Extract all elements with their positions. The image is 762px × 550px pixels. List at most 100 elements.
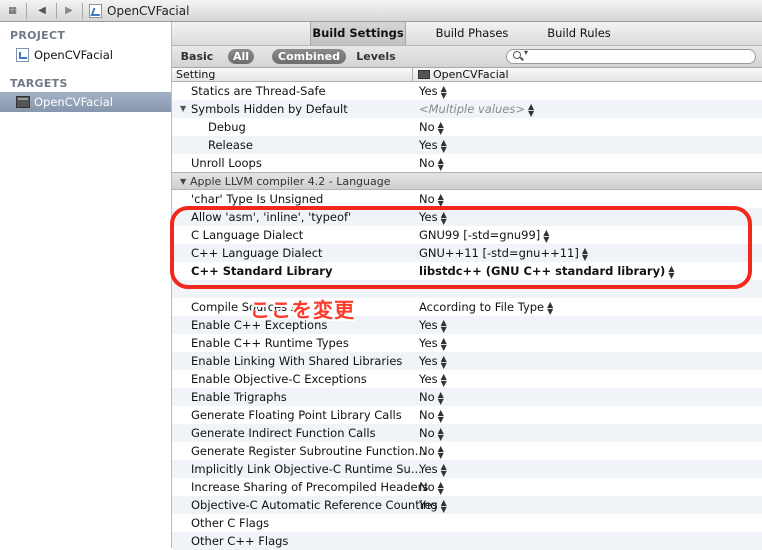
search-options-chevron-icon[interactable]: ▾ [524, 48, 528, 57]
table-row[interactable]: Debug No ▲ ▼ [172, 118, 762, 136]
application-target-icon [16, 96, 30, 108]
table-row[interactable]: Enable C++ Runtime Types Yes ▲ ▼ [172, 334, 762, 352]
stepper-icon[interactable]: ▲ ▼ [441, 462, 447, 477]
project-icon [16, 48, 29, 62]
setting-name: Unroll Loops [191, 156, 262, 170]
table-row[interactable]: Generate Floating Point Library Calls No… [172, 406, 762, 424]
stepper-icon[interactable]: ▲ ▼ [438, 426, 444, 441]
related-items-grid-icon[interactable]: ▦ [4, 3, 20, 19]
table-row[interactable]: Unroll Loops No ▲ ▼ [172, 154, 762, 172]
setting-column-header[interactable]: Setting [176, 68, 215, 81]
stepper-icon[interactable]: ▲ ▼ [438, 408, 444, 423]
table-row[interactable]: Enable Linking With Shared Libraries Yes… [172, 352, 762, 370]
setting-value[interactable]: No ▲ ▼ [419, 118, 444, 136]
setting-value[interactable]: According to File Type ▲ ▼ [419, 298, 553, 316]
tab-build-rules[interactable]: Build Rules [534, 22, 624, 45]
setting-value[interactable]: Yes ▲ ▼ [419, 496, 447, 514]
table-row[interactable]: Other C++ Flags [172, 532, 762, 550]
setting-value[interactable]: No ▲ ▼ [419, 388, 444, 406]
setting-name: Implicitly Link Objective-C Runtime Su..… [191, 462, 422, 476]
table-row[interactable]: Enable Objective-C Exceptions Yes ▲ ▼ [172, 370, 762, 388]
setting-name: Statics are Thread-Safe [191, 84, 326, 98]
setting-name: Enable Linking With Shared Libraries [191, 354, 403, 368]
stepper-icon[interactable]: ▲ ▼ [438, 156, 444, 171]
search-input[interactable]: ▾ [506, 48, 756, 64]
setting-value[interactable]: <Multiple values> ▲ ▼ [419, 100, 534, 118]
setting-name: Other C++ Flags [191, 534, 289, 548]
disclosure-triangle-icon[interactable]: ▼ [180, 173, 186, 191]
levels-view-button[interactable]: Levels [356, 49, 396, 64]
stepper-icon[interactable]: ▲ ▼ [547, 300, 553, 315]
stepper-icon[interactable]: ▲ ▼ [441, 498, 447, 513]
table-row[interactable]: Implicitly Link Objective-C Runtime Su..… [172, 460, 762, 478]
table-row[interactable]: Release Yes ▲ ▼ [172, 136, 762, 154]
table-row[interactable]: Enable Trigraphs No ▲ ▼ [172, 388, 762, 406]
setting-name: Enable Trigraphs [191, 390, 287, 404]
table-row[interactable]: Generate Register Subroutine Function...… [172, 442, 762, 460]
stepper-icon[interactable]: ▲ ▼ [441, 84, 447, 99]
setting-value[interactable]: Yes ▲ ▼ [419, 370, 447, 388]
setting-name: Enable C++ Runtime Types [191, 336, 349, 350]
setting-value[interactable]: No ▲ ▼ [419, 424, 444, 442]
project-section-header: PROJECT [10, 29, 66, 42]
forward-arrow-icon[interactable]: ▶ [60, 3, 78, 19]
stepper-icon[interactable]: ▲ ▼ [438, 120, 444, 135]
stepper-icon[interactable]: ▲ ▼ [441, 354, 447, 369]
setting-name: Enable Objective-C Exceptions [191, 372, 367, 386]
table-row[interactable]: ▼ Symbols Hidden by Default <Multiple va… [172, 100, 762, 118]
stepper-icon[interactable]: ▲ ▼ [441, 138, 447, 153]
back-arrow-icon[interactable]: ◀ [32, 3, 52, 19]
stepper-icon[interactable]: ▲ ▼ [438, 390, 444, 405]
table-row[interactable]: Objective-C Automatic Reference Counting… [172, 496, 762, 514]
all-filter-button[interactable]: All [228, 49, 254, 64]
stepper-icon[interactable]: ▲ ▼ [438, 192, 444, 207]
table-row[interactable]: Statics are Thread-Safe Yes ▲ ▼ [172, 82, 762, 100]
jump-bar: ▦ ◀ ▶ OpenCVFacial [0, 0, 762, 22]
stepper-icon[interactable]: ▲ ▼ [438, 444, 444, 459]
disclosure-triangle-icon[interactable]: ▼ [180, 100, 186, 118]
sidebar-item-label: OpenCVFacial [34, 48, 113, 62]
section-header-apple-llvm-language[interactable]: ▼ Apple LLVM compiler 4.2 - Language [172, 172, 762, 190]
setting-name: Increase Sharing of Precompiled Headers [191, 480, 429, 494]
setting-name: Other C Flags [191, 516, 270, 530]
stepper-icon[interactable]: ▲ ▼ [528, 102, 534, 117]
targets-section-header: TARGETS [10, 77, 68, 90]
column-divider[interactable] [412, 68, 413, 82]
setting-value[interactable]: No ▲ ▼ [419, 478, 444, 496]
jump-bar-title[interactable]: OpenCVFacial [107, 0, 189, 22]
tab-build-phases[interactable]: Build Phases [422, 22, 522, 45]
basic-filter-button[interactable]: Basic [180, 49, 214, 64]
jump-bar-divider [82, 3, 83, 19]
stepper-icon[interactable]: ▲ ▼ [441, 336, 447, 351]
combined-view-button[interactable]: Combined [272, 49, 346, 64]
setting-value[interactable]: Yes ▲ ▼ [419, 460, 447, 478]
setting-name: Symbols Hidden by Default [191, 102, 348, 116]
annotation-label: ここを変更 [250, 298, 355, 322]
table-row[interactable]: Generate Indirect Function Calls No ▲ ▼ [172, 424, 762, 442]
setting-value[interactable]: No ▲ ▼ [419, 442, 444, 460]
setting-name: Release [208, 138, 253, 152]
sidebar-item-target[interactable]: OpenCVFacial [0, 92, 171, 112]
setting-name: Objective-C Automatic Reference Counting [191, 498, 438, 512]
stepper-icon[interactable]: ▲ ▼ [441, 318, 447, 333]
setting-value[interactable]: Yes ▲ ▼ [419, 316, 447, 334]
stepper-icon[interactable]: ▲ ▼ [438, 480, 444, 495]
setting-name: Generate Indirect Function Calls [191, 426, 376, 440]
annotation-highlight-box [170, 206, 752, 289]
table-row[interactable]: Other C Flags [172, 514, 762, 532]
settings-column-header: Setting OpenCVFacial [172, 68, 762, 82]
setting-value[interactable]: Yes ▲ ▼ [419, 82, 447, 100]
target-column-header[interactable]: OpenCVFacial [433, 68, 509, 81]
stepper-icon[interactable]: ▲ ▼ [441, 372, 447, 387]
setting-value[interactable]: No ▲ ▼ [419, 154, 444, 172]
section-title: Apple LLVM compiler 4.2 - Language [190, 175, 391, 188]
setting-value[interactable]: No ▲ ▼ [419, 406, 444, 424]
tab-build-settings[interactable]: Build Settings [310, 22, 406, 45]
setting-value[interactable]: Yes ▲ ▼ [419, 136, 447, 154]
setting-value[interactable]: Yes ▲ ▼ [419, 352, 447, 370]
sidebar-item-project[interactable]: OpenCVFacial [0, 45, 171, 65]
target-column-icon [418, 70, 430, 79]
setting-value[interactable]: Yes ▲ ▼ [419, 334, 447, 352]
editor-tabs: Build Settings Build Phases Build Rules [172, 22, 762, 46]
table-row[interactable]: Increase Sharing of Precompiled Headers … [172, 478, 762, 496]
